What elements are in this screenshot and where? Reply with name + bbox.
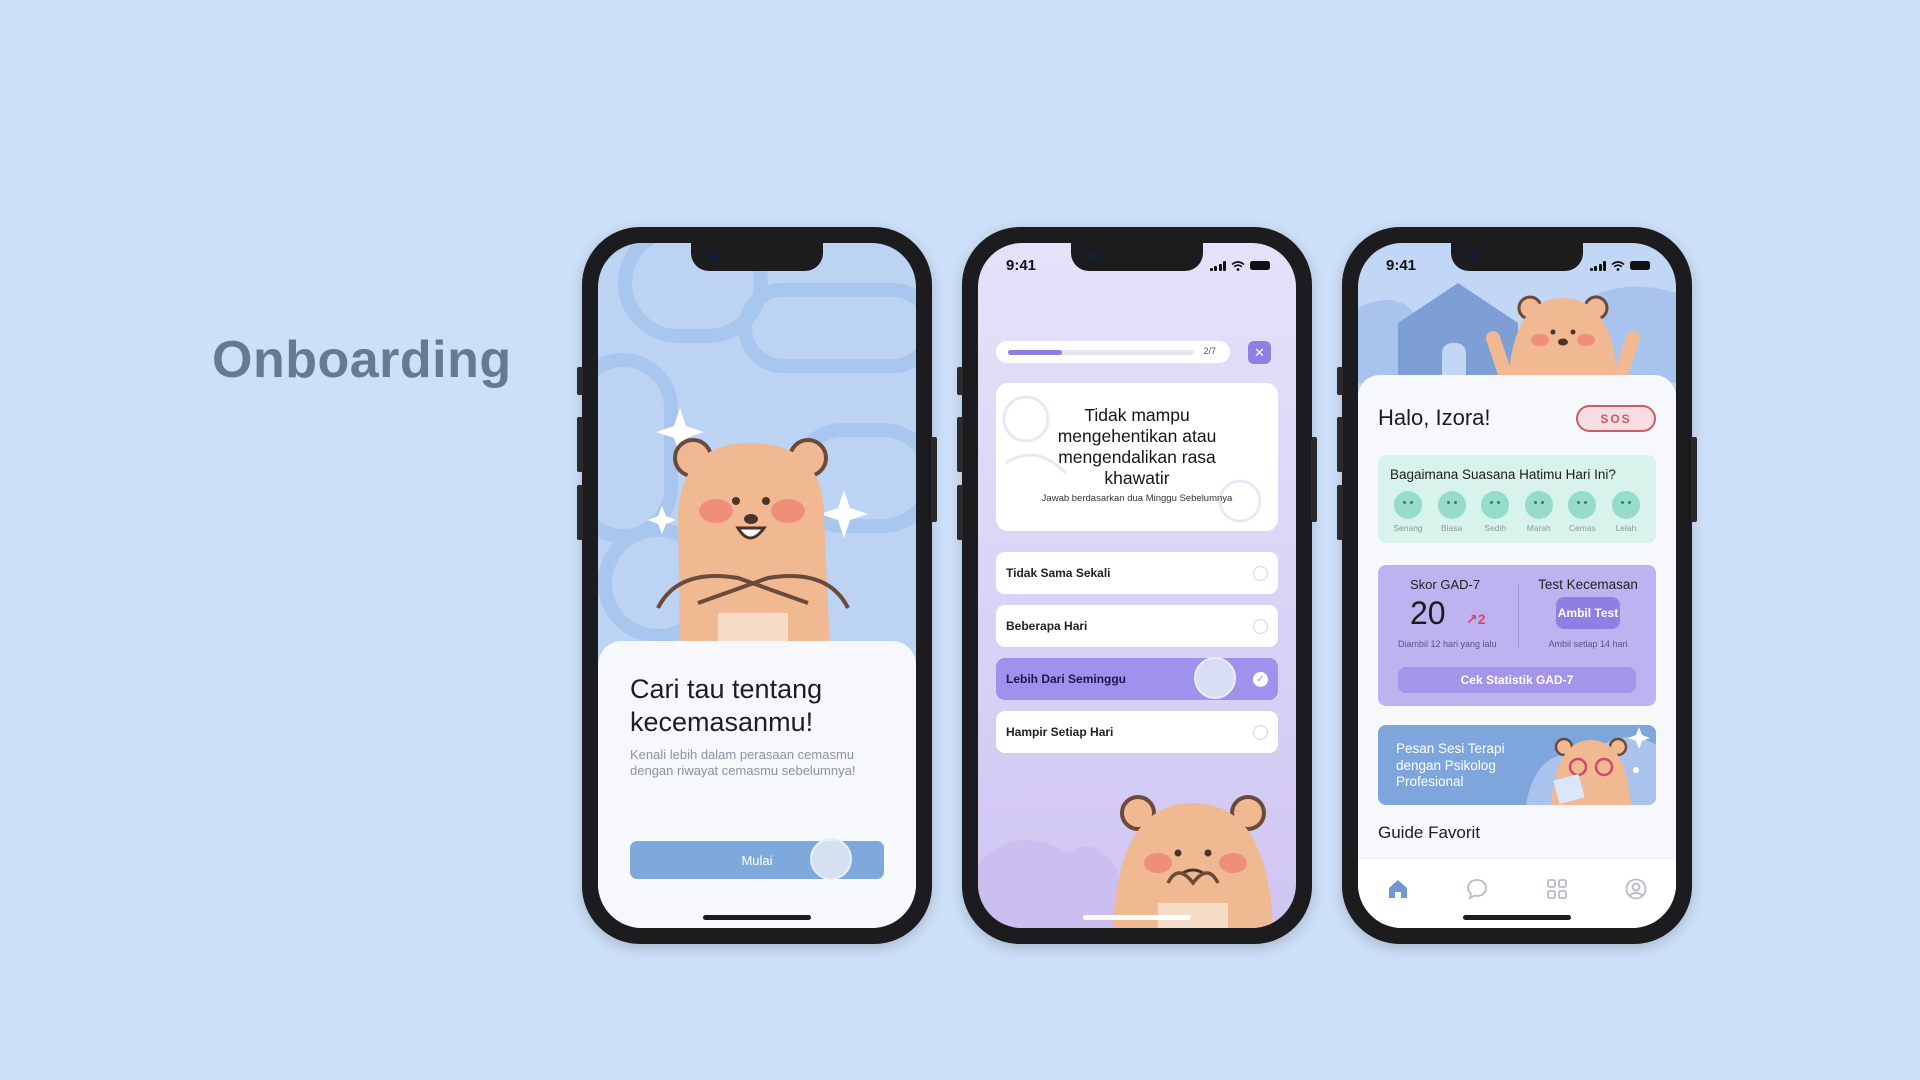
home-screen: 9:41 Halo, Izora! SOS Bagaimana Suasana … — [1358, 243, 1676, 928]
wifi-icon — [1611, 260, 1625, 271]
anxious-face-icon — [1568, 491, 1597, 519]
gad7-card: Skor GAD-7 20 ↗2 Diambil 12 hari yang la… — [1378, 565, 1656, 706]
gad7-stats-button[interactable]: Cek Statistik GAD-7 — [1398, 667, 1636, 693]
take-test-button[interactable]: Ambil Test — [1556, 597, 1620, 629]
wifi-icon — [1231, 260, 1245, 271]
battery-icon — [1250, 261, 1270, 270]
answer-option-selected[interactable]: Lebih Dari Seminggu ✓ — [996, 657, 1278, 700]
mood-marah[interactable]: Marah — [1519, 491, 1559, 533]
close-button[interactable]: ✕ — [1248, 341, 1271, 364]
greeting: Halo, Izora! — [1378, 405, 1491, 430]
home-indicator — [703, 915, 811, 920]
touch-indicator — [1194, 657, 1236, 699]
mood-title: Bagaimana Suasana Hatimu Hari Ini? — [1390, 467, 1616, 482]
home-content: Halo, Izora! SOS Bagaimana Suasana Hatim… — [1358, 375, 1676, 928]
answer-option-label: Lebih Dari Seminggu — [1006, 672, 1127, 686]
status-time: 9:41 — [1006, 257, 1037, 274]
tab-chat[interactable] — [1461, 873, 1493, 905]
question-text: Tidak mampu mengehentikan atau mengendal… — [1057, 405, 1217, 488]
therapy-text: Pesan Sesi Terapi dengan Psikolog Profes… — [1396, 741, 1505, 789]
tab-home[interactable] — [1382, 873, 1414, 905]
answer-option-label: Tidak Sama Sekali — [1006, 566, 1111, 580]
chat-icon — [1467, 878, 1488, 900]
home-indicator — [1083, 915, 1191, 920]
onboarding-title: Cari tau tentang kecemasanmu! — [630, 674, 823, 737]
mood-senang[interactable]: Senang — [1388, 491, 1428, 533]
progress-fill — [1008, 350, 1062, 355]
grid-icon — [1546, 878, 1567, 899]
phone-onboarding: Cari tau tentang kecemasanmu! Kenali leb… — [577, 227, 937, 944]
onboarding-screen: Cari tau tentang kecemasanmu! Kenali leb… — [598, 243, 916, 928]
bear-illustration — [648, 408, 868, 648]
answer-option[interactable]: Tidak Sama Sekali — [996, 552, 1278, 594]
status-time: 9:41 — [1386, 257, 1417, 274]
radio-button[interactable] — [1253, 566, 1268, 581]
progress-bar: 2/7 — [996, 341, 1230, 363]
radio-button[interactable] — [1253, 619, 1268, 634]
sad-face-icon — [1481, 491, 1510, 519]
touch-indicator — [810, 838, 852, 880]
guide-title: Guide Favorit — [1378, 823, 1481, 842]
angry-face-icon — [1524, 491, 1553, 519]
test-frequency: Ambil setiap 14 hari — [1548, 639, 1628, 649]
progress-label: 2/7 — [1203, 346, 1216, 356]
phone-questionnaire: 9:41 2/7 ✕ Tidak mampu mengehentikan ata… — [957, 227, 1317, 944]
home-icon — [1388, 879, 1407, 898]
happy-face-icon — [1394, 491, 1422, 519]
answer-option-label: Hampir Setiap Hari — [1006, 725, 1114, 739]
question-instruction: Jawab berdasarkan dua Minggu Sebelumnya — [1041, 493, 1233, 504]
home-indicator — [1463, 915, 1571, 920]
phone-home: 9:41 Halo, Izora! SOS Bagaimana Suasana … — [1337, 227, 1697, 944]
page-heading: Onboarding — [212, 331, 512, 389]
tab-grid[interactable] — [1541, 873, 1573, 905]
onboarding-sheet: Cari tau tentang kecemasanmu! Kenali leb… — [598, 641, 916, 928]
mood-lelah[interactable]: Lelah — [1606, 491, 1646, 533]
gad7-delta: ↗2 — [1466, 611, 1486, 627]
gad7-taken: Diambil 12 hari yang lalu — [1398, 639, 1497, 649]
signal-icon — [1589, 260, 1606, 271]
mood-cemas[interactable]: Cemas — [1562, 491, 1602, 533]
mood-sedih[interactable]: Sedih — [1475, 491, 1515, 533]
radio-button[interactable] — [1253, 725, 1268, 740]
tab-profile[interactable] — [1620, 873, 1652, 905]
close-icon: ✕ — [1254, 344, 1265, 360]
mood-card: Bagaimana Suasana Hatimu Hari Ini? Senan… — [1378, 455, 1656, 543]
therapy-banner[interactable]: Pesan Sesi Terapi dengan Psikolog Profes… — [1378, 725, 1656, 805]
test-title: Test Kecemasan — [1538, 577, 1638, 592]
questionnaire-screen: 9:41 2/7 ✕ Tidak mampu mengehentikan ata… — [978, 243, 1296, 928]
sos-button[interactable]: SOS — [1576, 405, 1656, 432]
check-icon[interactable]: ✓ — [1253, 672, 1268, 687]
gad7-score: 20 — [1410, 595, 1446, 631]
header-illustration — [1358, 283, 1676, 383]
tired-face-icon — [1611, 491, 1640, 519]
answer-option[interactable]: Beberapa Hari — [996, 605, 1278, 647]
signal-icon — [1209, 260, 1226, 271]
question-card: Tidak mampu mengehentikan atau mengendal… — [996, 383, 1278, 531]
profile-icon — [1625, 878, 1647, 899]
mood-biasa[interactable]: Biasa — [1432, 491, 1472, 533]
onboarding-subtitle: Kenali lebih dalam perasaan cemasmu deng… — [630, 747, 856, 778]
neutral-face-icon — [1437, 491, 1466, 519]
gad7-title: Skor GAD-7 — [1410, 577, 1481, 592]
answer-option-label: Beberapa Hari — [1006, 619, 1088, 633]
bear-illustration — [978, 795, 1273, 928]
battery-icon — [1630, 261, 1650, 270]
